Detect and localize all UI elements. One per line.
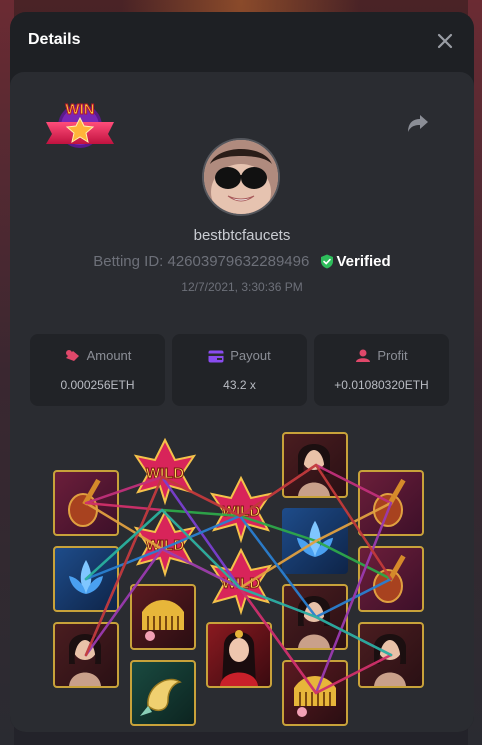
betting-id-label: Betting ID: <box>93 253 164 270</box>
symbol-wild: WILD <box>209 475 273 544</box>
stats-row: Amount 0.000256ETH Payout 43.2 x Profit … <box>30 334 449 406</box>
amount-icon <box>65 350 79 361</box>
wild-text: WILD <box>222 575 260 592</box>
symbol-lute <box>53 470 119 536</box>
badge-text: WIN <box>65 101 94 118</box>
symbol-lotus <box>282 508 348 574</box>
slot-result-grid: WILD WILD WILD WILD <box>50 420 430 726</box>
shield-check-icon <box>320 254 333 269</box>
symbol-wild: WILD <box>133 509 197 578</box>
wild-text: WILD <box>146 537 184 554</box>
symbol-queen <box>206 622 272 688</box>
profit-icon <box>356 349 371 362</box>
symbol-lute <box>358 470 424 536</box>
profit-stat: Profit +0.01080320ETH <box>314 334 449 406</box>
profit-value: +0.01080320ETH <box>334 378 429 392</box>
symbol-lady <box>358 622 424 688</box>
symbol-lady <box>53 622 119 688</box>
amount-value: 0.000256ETH <box>60 378 135 392</box>
payout-value: 43.2 x <box>223 378 256 392</box>
verified-label: Verified <box>336 253 391 270</box>
payout-stat: Payout 43.2 x <box>172 334 307 406</box>
username: bestbtcfaucets <box>193 227 291 244</box>
symbol-wild: WILD <box>209 547 273 616</box>
symbol-comb <box>130 584 196 650</box>
bet-detail-card: WIN bestbtcfaucets Betting ID: 426039796… <box>10 72 474 732</box>
symbol-comb <box>282 660 348 726</box>
symbol-koi <box>130 660 196 726</box>
amount-stat: Amount 0.000256ETH <box>30 334 165 406</box>
symbol-lady <box>282 584 348 650</box>
share-icon[interactable] <box>406 112 430 134</box>
wild-text: WILD <box>222 503 260 520</box>
betting-id-value: 42603979632289496 <box>167 253 310 270</box>
symbol-lute <box>358 546 424 612</box>
payout-label: Payout <box>230 348 271 363</box>
wild-text: WILD <box>146 465 184 482</box>
details-dialog: Details WIN bestbtcfaucets Betting ID: 4… <box>10 12 474 732</box>
avatar <box>202 138 280 216</box>
close-icon[interactable] <box>434 30 456 52</box>
profit-label: Profit <box>377 348 408 363</box>
win-badge-icon: WIN <box>46 101 114 148</box>
bet-timestamp: 12/7/2021, 3:30:36 PM <box>181 280 303 294</box>
symbol-lotus <box>53 546 119 612</box>
symbol-lady <box>282 432 348 498</box>
wallet-icon <box>208 350 224 363</box>
symbol-wild: WILD <box>133 437 197 506</box>
amount-label: Amount <box>86 348 132 363</box>
dialog-title: Details <box>28 31 81 48</box>
betting-id-row: Betting ID: 42603979632289496 Verified <box>10 253 474 270</box>
